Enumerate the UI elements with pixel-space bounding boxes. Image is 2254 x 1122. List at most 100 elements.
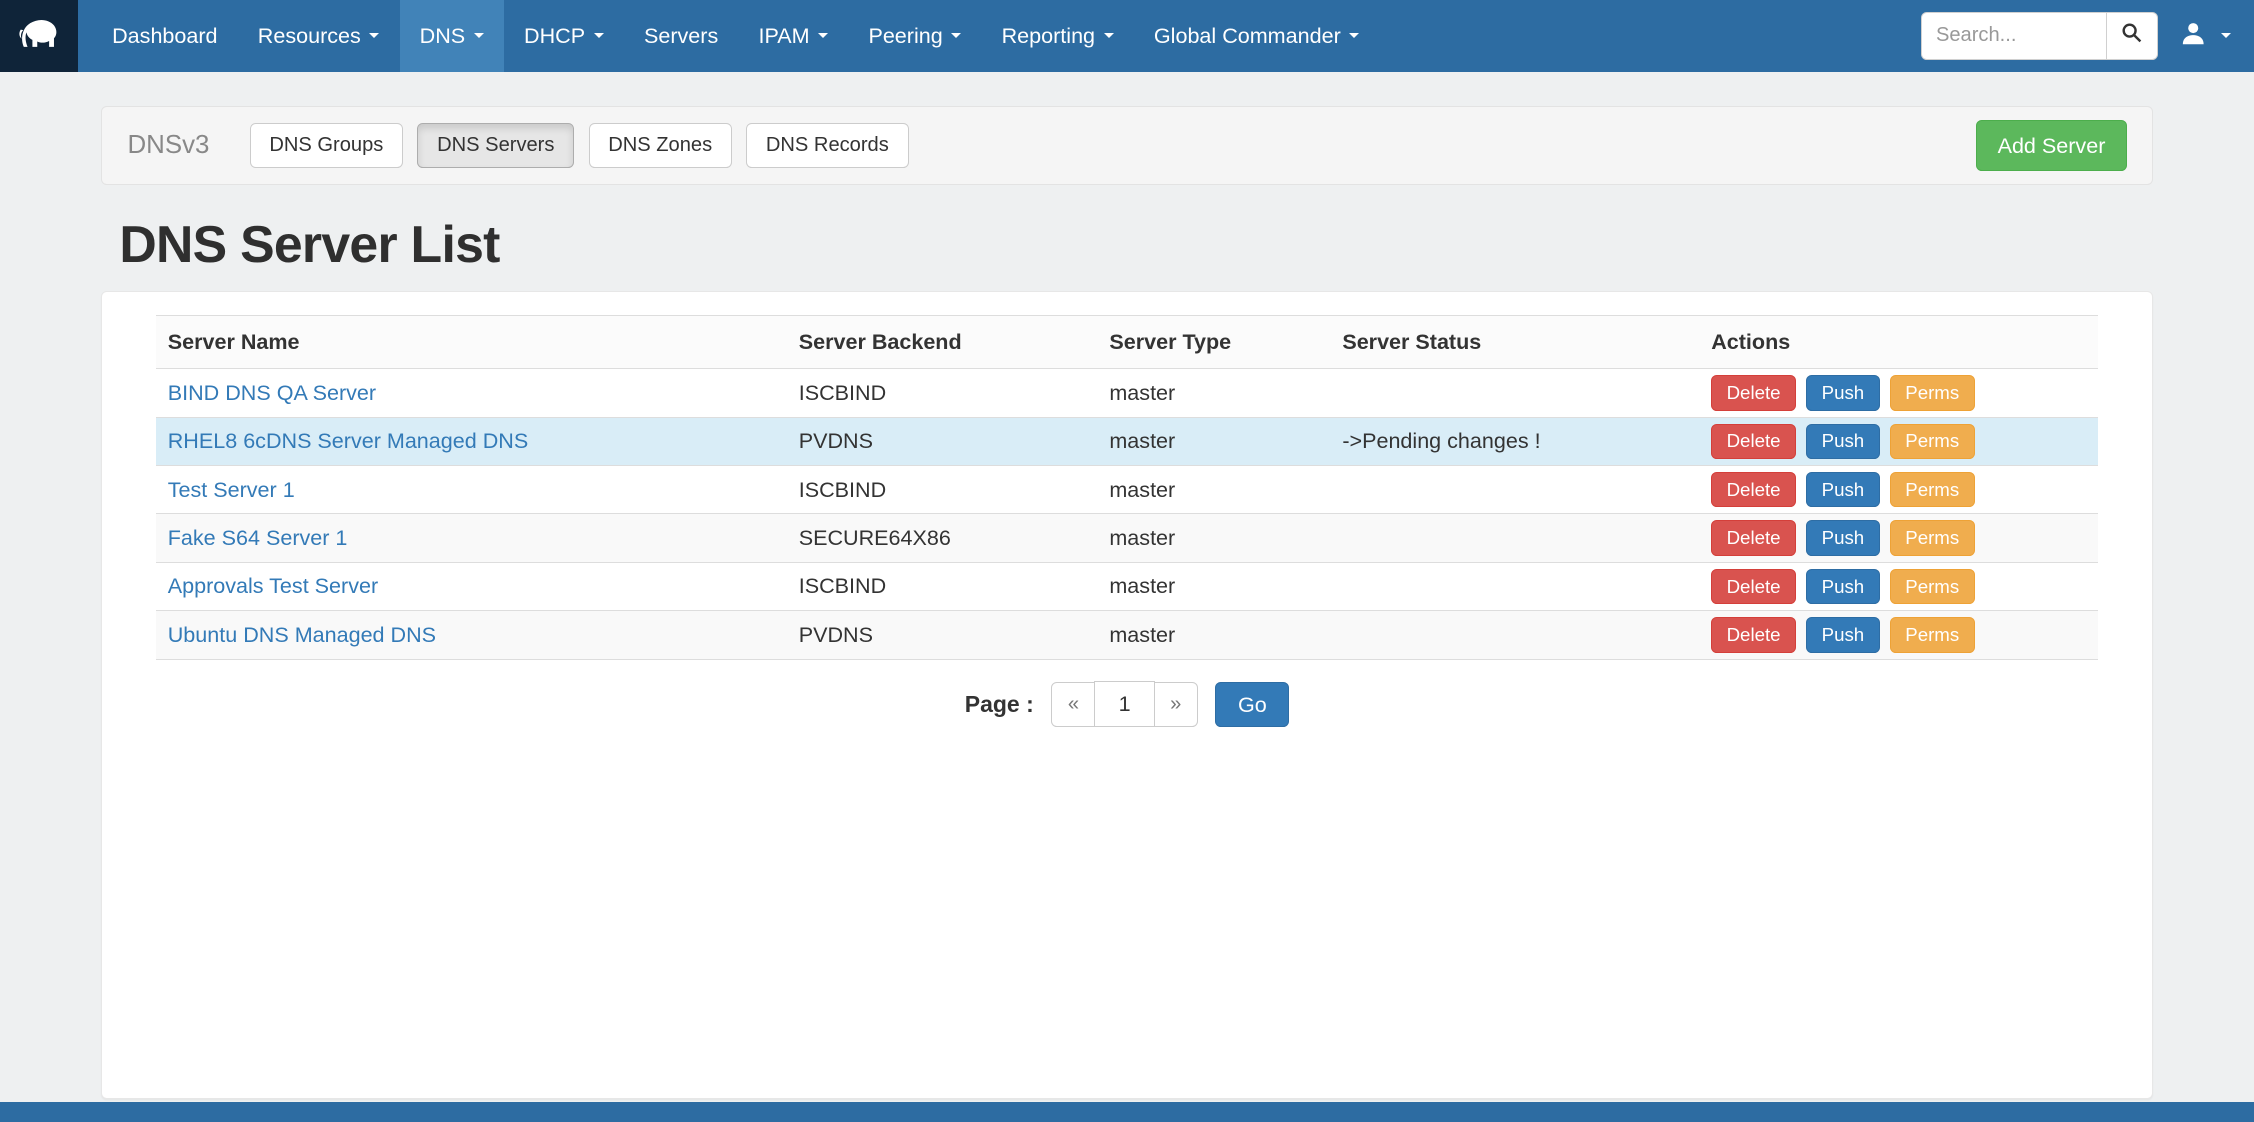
table-row: BIND DNS QA Server ISCBIND master Delete…	[156, 369, 2098, 417]
delete-button[interactable]: Delete	[1711, 617, 1796, 653]
chevron-down-icon	[1104, 33, 1114, 38]
server-name-cell: Ubuntu DNS Managed DNS	[156, 611, 787, 659]
server-backend-cell: SECURE64X86	[787, 514, 1098, 562]
nav-item-label: Dashboard	[112, 23, 217, 49]
server-name-link[interactable]: RHEL8 6cDNS Server Managed DNS	[168, 428, 528, 453]
go-button[interactable]: Go	[1215, 682, 1289, 727]
next-page-button[interactable]: »	[1153, 682, 1198, 727]
chevron-down-icon	[474, 33, 484, 38]
server-name-cell: Approvals Test Server	[156, 562, 787, 610]
server-type-cell: master	[1098, 514, 1331, 562]
column-header-server-status: Server Status	[1331, 316, 1700, 369]
server-table: Server Name Server Backend Server Type S…	[156, 315, 2098, 660]
server-name-link[interactable]: Fake S64 Server 1	[168, 525, 348, 550]
push-button[interactable]: Push	[1806, 569, 1879, 605]
nav-item-label: Peering	[868, 23, 942, 49]
table-row: Approvals Test Server ISCBIND master Del…	[156, 562, 2098, 610]
table-row: Fake S64 Server 1 SECURE64X86 master Del…	[156, 514, 2098, 562]
push-button[interactable]: Push	[1806, 617, 1879, 653]
server-name-link[interactable]: BIND DNS QA Server	[168, 380, 376, 405]
delete-button[interactable]: Delete	[1711, 472, 1796, 508]
column-header-server-type: Server Type	[1098, 316, 1331, 369]
delete-button[interactable]: Delete	[1711, 569, 1796, 605]
server-type-cell: master	[1098, 611, 1331, 659]
perms-button[interactable]: Perms	[1890, 424, 1975, 460]
nav-item-label: DHCP	[524, 23, 585, 49]
dnsv3-brand: DNSv3	[128, 131, 210, 160]
nav-item-ipam[interactable]: IPAM	[738, 0, 848, 72]
nav-item-label: DNS	[420, 23, 466, 49]
perms-button[interactable]: Perms	[1890, 520, 1975, 556]
nav-item-label: Servers	[644, 23, 718, 49]
user-menu[interactable]	[2181, 21, 2231, 51]
server-name-cell: RHEL8 6cDNS Server Managed DNS	[156, 417, 787, 465]
server-type-cell: master	[1098, 562, 1331, 610]
nav-item-servers[interactable]: Servers	[624, 0, 739, 72]
push-button[interactable]: Push	[1806, 472, 1879, 508]
column-header-server-backend: Server Backend	[787, 316, 1098, 369]
table-header-row: Server Name Server Backend Server Type S…	[156, 316, 2098, 369]
top-navbar: Dashboard Resources DNS DHCP Servers IPA…	[0, 0, 2254, 72]
nav-item-dhcp[interactable]: DHCP	[504, 0, 624, 72]
nav-item-reporting[interactable]: Reporting	[981, 0, 1133, 72]
table-row: RHEL8 6cDNS Server Managed DNS PVDNS mas…	[156, 417, 2098, 465]
actions-cell: Delete Push Perms	[1700, 466, 2098, 514]
push-button[interactable]: Push	[1806, 375, 1879, 411]
perms-button[interactable]: Perms	[1890, 617, 1975, 653]
tab-dns-servers[interactable]: DNS Servers	[417, 123, 574, 168]
previous-page-button[interactable]: «	[1051, 682, 1096, 727]
nav-item-dashboard[interactable]: Dashboard	[92, 0, 238, 72]
server-backend-cell: ISCBIND	[787, 466, 1098, 514]
delete-button[interactable]: Delete	[1711, 375, 1796, 411]
actions-cell: Delete Push Perms	[1700, 611, 2098, 659]
server-status-cell: ->Pending changes !	[1331, 417, 1700, 465]
nav-item-resources[interactable]: Resources	[238, 0, 400, 72]
page-title: DNS Server List	[101, 214, 2154, 274]
tab-dns-groups[interactable]: DNS Groups	[250, 123, 403, 168]
footer-bar	[0, 1102, 2254, 1122]
magnifier-icon	[2121, 22, 2143, 50]
server-type-cell: master	[1098, 369, 1331, 417]
perms-button[interactable]: Perms	[1890, 375, 1975, 411]
chevron-down-icon	[818, 33, 828, 38]
push-button[interactable]: Push	[1806, 424, 1879, 460]
server-type-cell: master	[1098, 417, 1331, 465]
server-name-link[interactable]: Approvals Test Server	[168, 573, 378, 598]
server-backend-cell: ISCBIND	[787, 562, 1098, 610]
server-backend-cell: PVDNS	[787, 611, 1098, 659]
perms-button[interactable]: Perms	[1890, 472, 1975, 508]
server-name-link[interactable]: Ubuntu DNS Managed DNS	[168, 622, 436, 647]
actions-cell: Delete Push Perms	[1700, 562, 2098, 610]
chevron-down-icon	[594, 33, 604, 38]
nav-item-global-commander[interactable]: Global Commander	[1134, 0, 1380, 72]
server-type-cell: master	[1098, 466, 1331, 514]
page-number-input[interactable]	[1094, 681, 1154, 727]
tab-dns-records[interactable]: DNS Records	[746, 123, 908, 168]
search-button[interactable]	[2106, 12, 2158, 59]
table-row: Test Server 1 ISCBIND master Delete Push…	[156, 466, 2098, 514]
delete-button[interactable]: Delete	[1711, 424, 1796, 460]
chevron-down-icon	[2221, 33, 2231, 38]
tab-dns-zones[interactable]: DNS Zones	[589, 123, 732, 168]
nav-item-dns[interactable]: DNS	[400, 0, 504, 72]
app-logo[interactable]	[0, 0, 78, 72]
search-input[interactable]	[1921, 12, 2108, 59]
delete-button[interactable]: Delete	[1711, 520, 1796, 556]
dns-toolbar: DNSv3 DNS Groups DNS Servers DNS Zones D…	[101, 106, 2154, 185]
pagination: Page : « » Go	[156, 681, 2098, 727]
table-row: Ubuntu DNS Managed DNS PVDNS master Dele…	[156, 611, 2098, 659]
server-backend-cell: ISCBIND	[787, 369, 1098, 417]
chevron-down-icon	[369, 33, 379, 38]
add-server-button[interactable]: Add Server	[1976, 120, 2126, 171]
server-name-link[interactable]: Test Server 1	[168, 477, 295, 502]
server-status-cell	[1331, 611, 1700, 659]
server-status-cell	[1331, 466, 1700, 514]
column-header-server-name: Server Name	[156, 316, 787, 369]
mammoth-logo-icon	[13, 7, 65, 65]
perms-button[interactable]: Perms	[1890, 569, 1975, 605]
nav-item-peering[interactable]: Peering	[848, 0, 981, 72]
server-name-cell: Test Server 1	[156, 466, 787, 514]
column-header-actions: Actions	[1700, 316, 2098, 369]
actions-cell: Delete Push Perms	[1700, 417, 2098, 465]
push-button[interactable]: Push	[1806, 520, 1879, 556]
